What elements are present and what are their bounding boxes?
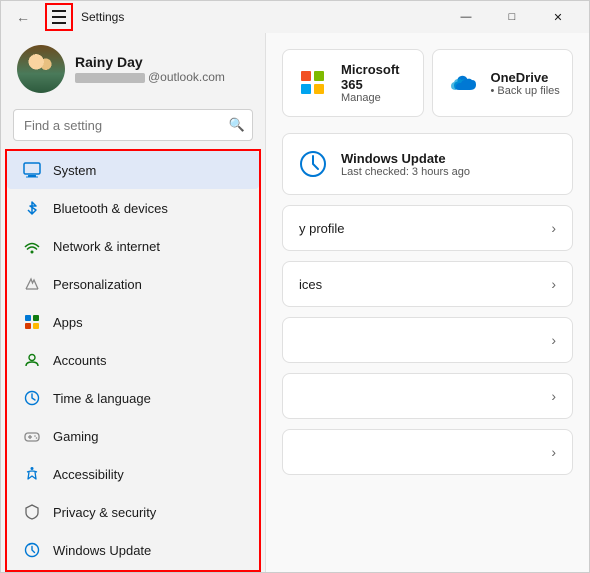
title-bar-controls: — □ ✕	[443, 1, 581, 33]
hamburger-button[interactable]	[45, 3, 73, 31]
search-input[interactable]	[13, 109, 253, 141]
chevron-icon-3: ›	[551, 388, 556, 404]
title-bar: ← Settings — □ ✕	[1, 1, 589, 33]
sidebar-label-update: Windows Update	[53, 543, 151, 558]
privacy-icon	[23, 503, 41, 521]
chevron-icon-4: ›	[551, 444, 556, 460]
maximize-button[interactable]: □	[489, 1, 535, 33]
accounts-icon	[23, 351, 41, 369]
microsoft365-icon	[295, 65, 331, 101]
onedrive-subtitle: • Back up files	[491, 85, 560, 97]
sidebar-label-accessibility: Accessibility	[53, 467, 124, 482]
close-button[interactable]: ✕	[535, 1, 581, 33]
windows-update-card[interactable]: Windows Update Last checked: 3 hours ago	[282, 133, 573, 195]
setting-row-4[interactable]: ›	[282, 373, 573, 419]
setting-row-profile[interactable]: y profile ›	[282, 205, 573, 251]
chevron-icon-0: ›	[551, 220, 556, 236]
setting-row-devices[interactable]: ices ›	[282, 261, 573, 307]
accessibility-icon	[23, 465, 41, 483]
microsoft365-card[interactable]: Microsoft 365 Manage	[282, 49, 424, 117]
sidebar-item-gaming[interactable]: Gaming	[7, 417, 259, 455]
hamburger-line-1	[52, 10, 66, 12]
user-name: Rainy Day	[75, 54, 225, 70]
sidebar-item-update[interactable]: Windows Update	[7, 531, 259, 569]
sidebar-label-accounts: Accounts	[53, 353, 106, 368]
avatar	[17, 45, 65, 93]
email-blur	[75, 73, 145, 83]
bluetooth-icon	[23, 199, 41, 217]
sidebar: Rainy Day @outlook.com 🔍 System	[1, 33, 266, 572]
title-bar-left: ← Settings	[9, 3, 124, 31]
setting-row-profile-label: y profile	[299, 221, 345, 236]
back-button[interactable]: ←	[9, 3, 37, 31]
chevron-icon-1: ›	[551, 276, 556, 292]
user-email: @outlook.com	[75, 70, 225, 84]
chevron-icon-2: ›	[551, 332, 556, 348]
update-icon	[23, 541, 41, 559]
user-info: Rainy Day @outlook.com	[75, 54, 225, 84]
microsoft365-title: Microsoft 365	[341, 62, 411, 92]
setting-row-devices-label: ices	[299, 277, 322, 292]
setting-row-5[interactable]: ›	[282, 429, 573, 475]
windows-update-text: Windows Update Last checked: 3 hours ago	[341, 151, 470, 178]
minimize-button[interactable]: —	[443, 1, 489, 33]
sidebar-label-privacy: Privacy & security	[53, 505, 156, 520]
microsoft365-subtitle: Manage	[341, 92, 411, 104]
gaming-icon	[23, 427, 41, 445]
sidebar-item-apps[interactable]: Apps	[7, 303, 259, 341]
window-title: Settings	[81, 10, 124, 24]
user-profile[interactable]: Rainy Day @outlook.com	[1, 33, 265, 105]
hamburger-line-3	[52, 22, 66, 24]
nav-list: System Bluetooth & devices Network & int…	[5, 149, 261, 572]
avatar-image	[17, 45, 65, 93]
setting-row-3[interactable]: ›	[282, 317, 573, 363]
windows-update-subtitle: Last checked: 3 hours ago	[341, 166, 470, 178]
onedrive-card[interactable]: OneDrive • Back up files	[432, 49, 574, 117]
sidebar-item-bluetooth[interactable]: Bluetooth & devices	[7, 189, 259, 227]
sidebar-item-system[interactable]: System	[7, 151, 259, 189]
system-icon	[23, 161, 41, 179]
sidebar-label-apps: Apps	[53, 315, 83, 330]
content-area: Rainy Day @outlook.com 🔍 System	[1, 33, 589, 572]
sidebar-label-time: Time & language	[53, 391, 151, 406]
onedrive-text: OneDrive • Back up files	[491, 70, 560, 97]
apps-icon	[23, 313, 41, 331]
microsoft365-text: Microsoft 365 Manage	[341, 62, 411, 104]
onedrive-icon	[445, 65, 481, 101]
search-box: 🔍	[13, 109, 253, 141]
sidebar-item-accessibility[interactable]: Accessibility	[7, 455, 259, 493]
windows-update-icon	[295, 146, 331, 182]
sidebar-label-bluetooth: Bluetooth & devices	[53, 201, 168, 216]
main-panel: Microsoft 365 Manage OneDrive • Back up …	[266, 33, 589, 572]
sidebar-item-time[interactable]: Time & language	[7, 379, 259, 417]
sidebar-label-gaming: Gaming	[53, 429, 99, 444]
sidebar-label-personalization: Personalization	[53, 277, 142, 292]
sidebar-label-system: System	[53, 163, 96, 178]
sidebar-item-personalization[interactable]: Personalization	[7, 265, 259, 303]
sidebar-item-privacy[interactable]: Privacy & security	[7, 493, 259, 531]
sidebar-item-accounts[interactable]: Accounts	[7, 341, 259, 379]
personalization-icon	[23, 275, 41, 293]
network-icon	[23, 237, 41, 255]
windows-update-title: Windows Update	[341, 151, 470, 166]
settings-window: ← Settings — □ ✕	[0, 0, 590, 573]
hamburger-line-2	[52, 16, 66, 18]
quick-cards: Microsoft 365 Manage OneDrive • Back up …	[282, 49, 573, 117]
time-icon	[23, 389, 41, 407]
onedrive-title: OneDrive	[491, 70, 560, 85]
search-icon: 🔍	[229, 117, 245, 133]
sidebar-label-network: Network & internet	[53, 239, 160, 254]
sidebar-item-network[interactable]: Network & internet	[7, 227, 259, 265]
